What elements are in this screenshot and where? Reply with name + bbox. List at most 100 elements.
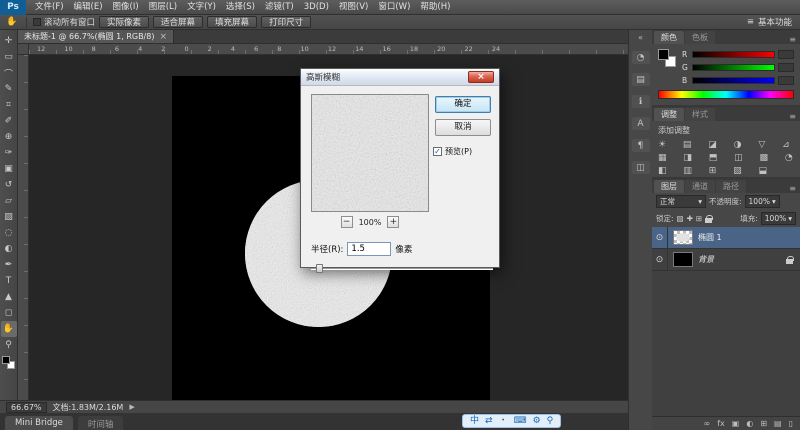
- panel-menu-icon[interactable]: ≡: [785, 112, 800, 121]
- panel-menu-icon[interactable]: ≡: [785, 35, 800, 44]
- scroll-all-windows-checkbox[interactable]: 滚动所有窗口: [33, 16, 95, 28]
- fill-select[interactable]: 100% ▾: [761, 212, 796, 225]
- zoom-tool[interactable]: ⚲: [1, 337, 17, 353]
- dock-panel-icon[interactable]: ℹ: [632, 95, 650, 108]
- lock-position-icon[interactable]: ✚: [687, 214, 693, 223]
- red-value-field[interactable]: [778, 50, 794, 59]
- zoom-in-button[interactable]: +: [387, 216, 399, 228]
- dock-panel-icon[interactable]: ¶: [632, 139, 650, 152]
- opacity-select[interactable]: 100% ▾: [745, 195, 780, 208]
- green-value-field[interactable]: [778, 63, 794, 72]
- menu-image[interactable]: 图像(I): [108, 0, 144, 15]
- visibility-eye-icon[interactable]: ⊙: [652, 227, 668, 248]
- crop-tool[interactable]: ⌗: [1, 97, 17, 113]
- document-tab[interactable]: 未标题-1 @ 66.7%(椭圆 1, RGB/8) ×: [18, 30, 174, 43]
- layer-row-ellipse[interactable]: ⊙ 椭圆 1: [652, 227, 800, 249]
- menu-type[interactable]: 文字(Y): [182, 0, 221, 15]
- eyedropper-tool[interactable]: ✐: [1, 113, 17, 129]
- ime-settings-icon[interactable]: ⚙: [533, 415, 541, 427]
- menu-edit[interactable]: 编辑(E): [69, 0, 108, 15]
- layer-thumbnail[interactable]: [673, 252, 693, 267]
- menu-layer[interactable]: 图层(L): [144, 0, 182, 15]
- lock-transparent-icon[interactable]: ▨: [677, 214, 684, 223]
- ok-button[interactable]: 确定: [435, 96, 491, 113]
- green-slider[interactable]: [692, 64, 775, 71]
- tab-mini-bridge[interactable]: Mini Bridge: [5, 416, 73, 430]
- filter-preview[interactable]: [311, 94, 429, 212]
- adjustment-icons-row[interactable]: ◧ ▥ ⊞ ▧ ⬓: [652, 164, 800, 177]
- dialog-title-bar[interactable]: 高斯模糊 ×: [301, 69, 499, 86]
- slider-track[interactable]: [311, 268, 493, 270]
- color-spectrum-ramp[interactable]: [658, 90, 794, 99]
- print-size-button[interactable]: 打印尺寸: [261, 16, 311, 28]
- path-selection-tool[interactable]: ▲: [1, 289, 17, 305]
- blue-slider[interactable]: [692, 77, 775, 84]
- blur-tool[interactable]: ◌: [1, 225, 17, 241]
- red-slider[interactable]: [692, 51, 775, 58]
- layer-mask-icon[interactable]: ▣: [732, 419, 740, 428]
- tab-timeline[interactable]: 时间轴: [78, 416, 124, 430]
- preview-checkbox[interactable]: ✓ 预览(P): [433, 146, 491, 157]
- layer-thumbnail[interactable]: [673, 230, 693, 245]
- zoom-out-button[interactable]: −: [341, 216, 353, 228]
- dodge-tool[interactable]: ◐: [1, 241, 17, 257]
- shape-tool[interactable]: ◻: [1, 305, 17, 321]
- menu-file[interactable]: 文件(F): [30, 0, 69, 15]
- blend-mode-select[interactable]: 正常 ▾: [656, 195, 706, 208]
- menu-filter[interactable]: 滤镜(T): [260, 0, 299, 15]
- menu-window[interactable]: 窗口(W): [373, 0, 415, 15]
- ime-keyboard-icon[interactable]: ⌨: [514, 415, 527, 427]
- gradient-tool[interactable]: ▨: [1, 209, 17, 225]
- radius-input[interactable]: [347, 242, 391, 256]
- adjustment-layer-icon[interactable]: ◐: [746, 419, 753, 428]
- hand-tool[interactable]: ✋: [1, 321, 17, 337]
- menu-select[interactable]: 选择(S): [221, 0, 260, 15]
- clone-stamp-tool[interactable]: ▣: [1, 161, 17, 177]
- link-layers-icon[interactable]: ∞: [704, 419, 711, 428]
- tab-paths[interactable]: 路径: [716, 180, 746, 193]
- pen-tool[interactable]: ✒: [1, 257, 17, 273]
- layer-name[interactable]: 椭圆 1: [698, 232, 722, 243]
- visibility-eye-icon[interactable]: ⊙: [652, 249, 668, 270]
- color-swatches[interactable]: [658, 49, 676, 67]
- ime-search-icon[interactable]: ⚲: [547, 415, 554, 427]
- menu-help[interactable]: 帮助(H): [415, 0, 455, 15]
- ime-fullwidth-icon[interactable]: ⇄: [485, 415, 493, 427]
- tab-adjustments[interactable]: 调整: [654, 108, 684, 121]
- marquee-tool[interactable]: ▭: [1, 49, 17, 65]
- color-swatches[interactable]: [2, 356, 15, 369]
- tab-layers[interactable]: 图层: [654, 180, 684, 193]
- close-icon[interactable]: ×: [159, 32, 167, 42]
- history-brush-tool[interactable]: ↺: [1, 177, 17, 193]
- foreground-color-swatch[interactable]: [658, 49, 669, 60]
- tab-color[interactable]: 颜色: [654, 31, 684, 44]
- brush-tool[interactable]: ✑: [1, 145, 17, 161]
- checkbox-box-icon[interactable]: [33, 18, 41, 26]
- tab-channels[interactable]: 通道: [685, 180, 715, 193]
- fill-screen-button[interactable]: 填充屏幕: [207, 16, 257, 28]
- cancel-button[interactable]: 取消: [435, 119, 491, 136]
- checkbox-check-icon[interactable]: ✓: [433, 147, 442, 156]
- radius-slider[interactable]: [311, 264, 493, 274]
- lock-all-icon[interactable]: [705, 215, 712, 223]
- lasso-tool[interactable]: ⌒: [1, 65, 17, 81]
- quick-selection-tool[interactable]: ✎: [1, 81, 17, 97]
- slider-thumb[interactable]: [316, 264, 323, 273]
- panel-menu-icon[interactable]: ≡: [785, 184, 800, 193]
- lock-pixels-icon[interactable]: ⊞: [696, 214, 702, 223]
- move-tool[interactable]: ✛: [1, 33, 17, 49]
- dock-panel-icon[interactable]: ◔: [632, 51, 650, 64]
- expand-panels-icon[interactable]: «: [638, 33, 643, 42]
- foreground-color-swatch[interactable]: [2, 356, 10, 364]
- ime-punctuation-icon[interactable]: ・: [499, 415, 508, 427]
- tab-styles[interactable]: 样式: [685, 108, 715, 121]
- new-group-icon[interactable]: ⊞: [760, 419, 767, 428]
- tab-swatches[interactable]: 色板: [685, 31, 715, 44]
- fit-screen-button[interactable]: 适合屏幕: [153, 16, 203, 28]
- dock-panel-icon[interactable]: ▤: [632, 73, 650, 86]
- layer-name[interactable]: 背景: [698, 254, 714, 265]
- dialog-close-button[interactable]: ×: [468, 71, 494, 83]
- blue-value-field[interactable]: [778, 76, 794, 85]
- menu-view[interactable]: 视图(V): [334, 0, 373, 15]
- eraser-tool[interactable]: ▱: [1, 193, 17, 209]
